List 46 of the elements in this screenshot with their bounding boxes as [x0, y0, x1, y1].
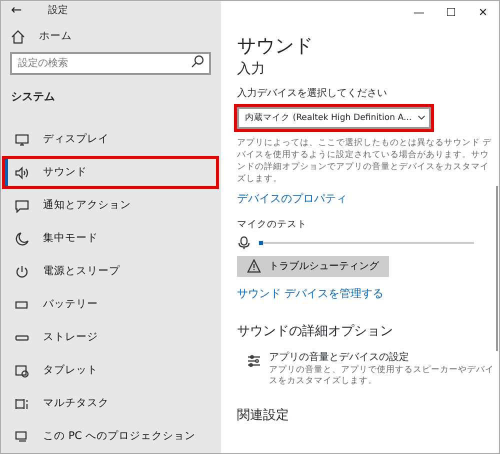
sidebar-item[interactable]: バッテリー — [5, 291, 216, 318]
scrollbar-thumb[interactable] — [496, 186, 498, 351]
sidebar-item[interactable]: ストレージ — [5, 324, 216, 351]
option-description: アプリの音量と、アプリで使用するスピーカーやデバイスをカスタマイズします。 — [269, 364, 494, 388]
properties-link[interactable]: デバイスのプロパティ — [237, 191, 347, 208]
back-button[interactable]: ← — [11, 1, 22, 20]
manage-link[interactable]: サウンド デバイスを管理する — [237, 286, 384, 302]
multitask-icon — [15, 396, 29, 410]
monitor-icon — [15, 132, 29, 146]
home-nav-item[interactable]: ホーム — [1, 28, 221, 44]
home-icon — [11, 30, 25, 44]
tablet-icon — [15, 364, 29, 378]
speech-bubble-icon — [15, 198, 29, 212]
section-heading: 関連設定 — [237, 407, 289, 426]
sidebar-item[interactable]: 電源とスリープ — [5, 258, 216, 285]
sidebar-item[interactable]: サウンド — [5, 159, 216, 186]
window-title: 設定 — [48, 4, 68, 18]
option-title: アプリの音量とデバイスの設定 — [269, 350, 410, 364]
sidebar-item[interactable]: 通知とアクション — [5, 192, 216, 219]
maximize-button[interactable]: ☐ — [435, 1, 467, 25]
troubleshoot-button[interactable]: トラブルシューティング — [237, 256, 389, 277]
projector-screen-icon — [15, 430, 29, 444]
sidebar-item[interactable]: マルチタスク — [5, 390, 216, 417]
section-heading: 入力 — [237, 60, 265, 78]
sidebar-item[interactable]: 集中モード — [5, 225, 216, 252]
field-label: 入力デバイスを選択してください — [237, 86, 387, 101]
field-label: マイクのテスト — [237, 218, 307, 232]
sidebar-item[interactable]: ディスプレイ — [5, 126, 216, 153]
page-title: サウンド — [237, 35, 313, 58]
description-text: アプリによっては、ここで選択したものとは異なるサウンド デバイスを使用するように設定されている場合があります。サウンドの詳細オプションでアプリの音量とデバイスをカスタマイズします。 — [237, 136, 493, 186]
section-heading: サウンドの詳細オプション — [237, 323, 393, 342]
advanced-option-item[interactable]: アプリの音量とデバイスの設定 アプリの音量と、アプリで使用するスピーカーやデバイスをカスタマイズします。 — [237, 350, 499, 388]
speaker-icon — [15, 166, 29, 180]
power-icon — [15, 264, 29, 278]
section-heading: システム — [10, 88, 56, 104]
moon-icon — [15, 232, 29, 246]
search-field[interactable]: 設定の検索 — [10, 52, 211, 74]
sidebar-item[interactable]: タブレット — [5, 357, 216, 384]
microphone-icon — [237, 236, 251, 250]
sliders-icon — [247, 354, 261, 368]
close-button[interactable]: ✕ — [467, 1, 499, 25]
search-icon — [191, 54, 205, 68]
warning-icon — [247, 259, 261, 274]
minimize-button[interactable]: — — [403, 1, 435, 25]
sidebar-item[interactable]: この PC へのプロジェクション — [5, 423, 216, 450]
device-dropdown[interactable]: 内蔵マイク (Realtek High Definition A... — [237, 106, 431, 129]
